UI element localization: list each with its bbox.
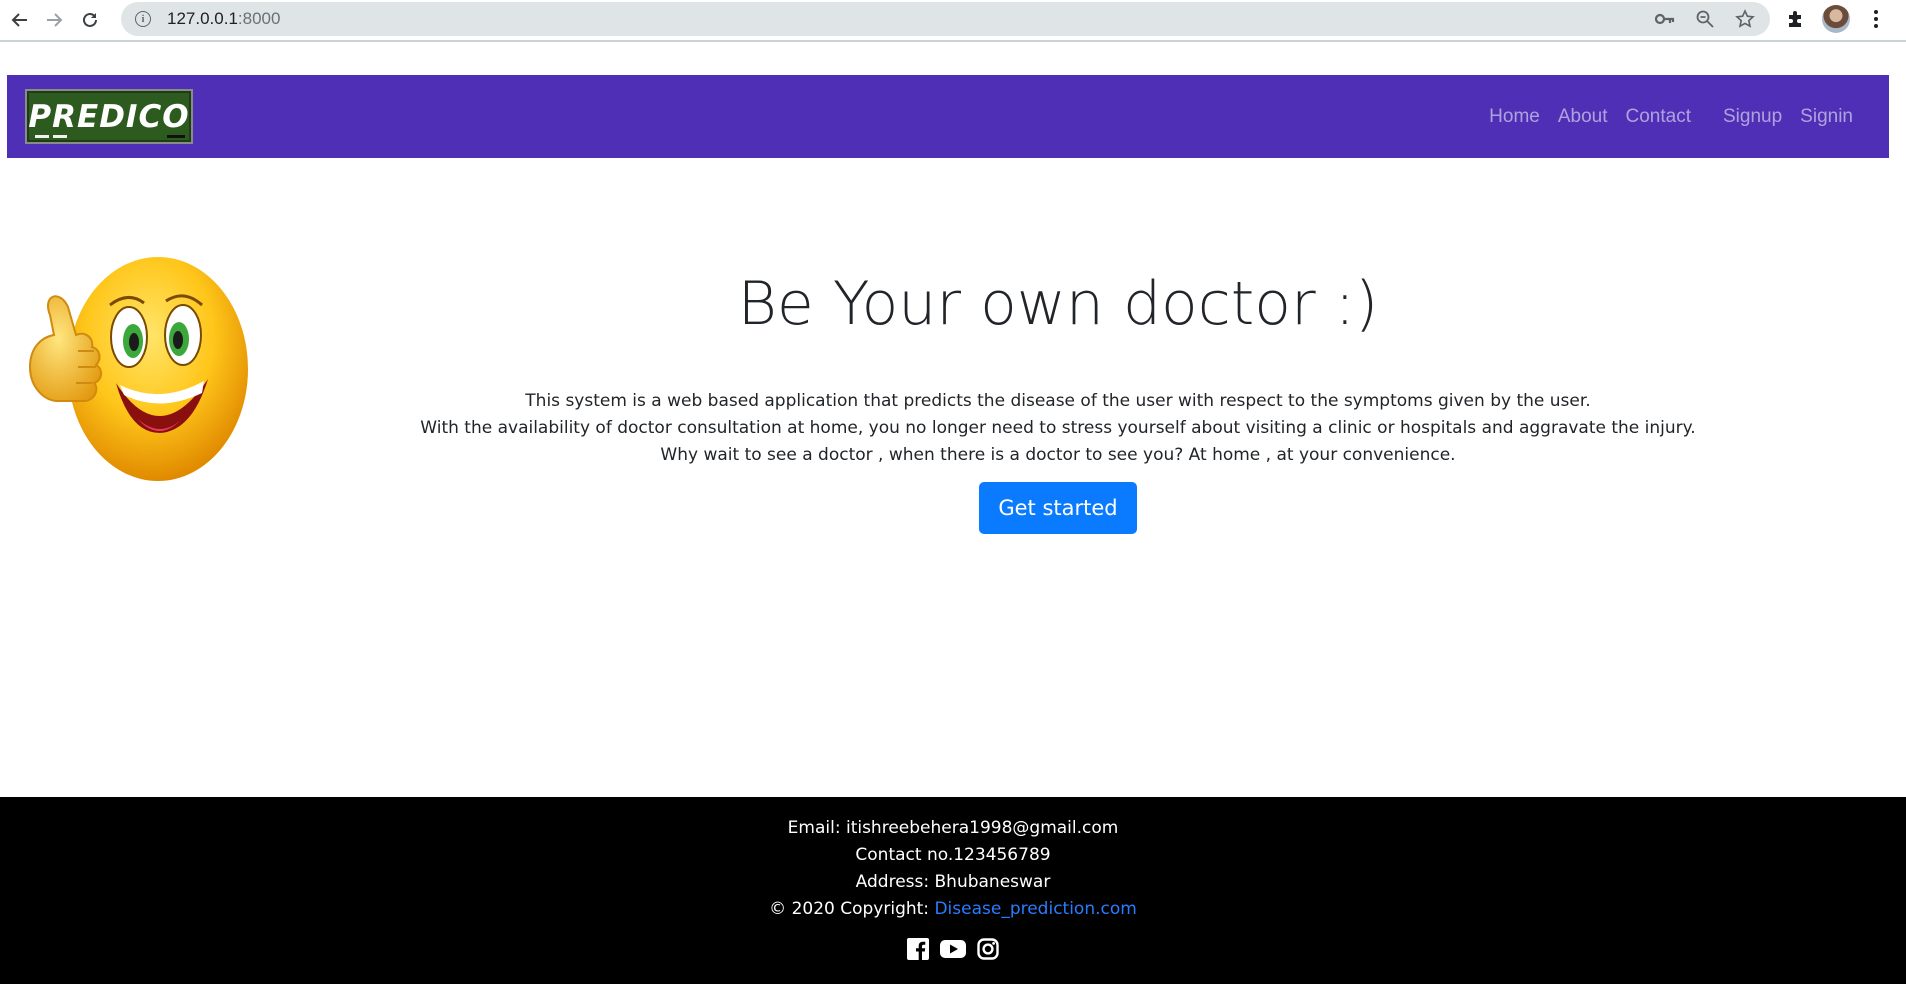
- thumbs-up-emoji-image: [28, 257, 248, 481]
- site-footer: Email: itishreebehera1998@gmail.com Cont…: [0, 797, 1906, 984]
- logo-chalk-mark: [35, 135, 49, 138]
- browser-toolbar: i 127.0.0.1:8000: [0, 0, 1906, 42]
- profile-avatar[interactable]: [1822, 5, 1850, 33]
- nav-signin-link[interactable]: Signin: [1791, 106, 1862, 128]
- logo-eraser-mark: [167, 135, 185, 138]
- footer-address: Address: Bhubaneswar: [855, 872, 1051, 892]
- site-navbar: PREDICO Home About Contact Signup Signin: [7, 75, 1889, 158]
- footer-email: Email: itishreebehera1998@gmail.com: [787, 818, 1119, 838]
- instagram-icon[interactable]: [976, 937, 1000, 961]
- youtube-icon[interactable]: [939, 937, 967, 961]
- puzzle-icon[interactable]: [1782, 5, 1810, 33]
- hero-description: This system is a web based application t…: [420, 388, 1696, 469]
- hero-title: Be Your own doctor :): [737, 269, 1379, 339]
- hero-section: Be Your own doctor :) This system is a w…: [420, 255, 1696, 534]
- footer-contact: Contact no.123456789: [855, 845, 1051, 865]
- menu-dots-icon[interactable]: [1862, 5, 1890, 33]
- nav-home-link[interactable]: Home: [1480, 106, 1549, 128]
- logo-text: PREDICO: [28, 98, 190, 135]
- star-icon[interactable]: [1732, 6, 1758, 32]
- info-icon[interactable]: i: [135, 11, 151, 27]
- facebook-icon[interactable]: [906, 937, 930, 961]
- hero-line: With the availability of doctor consulta…: [420, 418, 1696, 438]
- nav-links: Home About Contact Signup Signin: [1480, 106, 1862, 128]
- nav-signup-link[interactable]: Signup: [1714, 106, 1791, 128]
- hero-line: This system is a web based application t…: [525, 391, 1591, 411]
- zoom-icon[interactable]: [1692, 6, 1718, 32]
- url-text[interactable]: 127.0.0.1:8000: [167, 9, 280, 29]
- reload-icon[interactable]: [70, 2, 110, 38]
- hero-line: Why wait to see a doctor , when there is…: [660, 445, 1456, 465]
- footer-copyright: © 2020 Copyright: Disease_prediction.com: [0, 896, 1906, 923]
- nav-about-link[interactable]: About: [1549, 106, 1617, 128]
- address-bar[interactable]: i 127.0.0.1:8000: [121, 2, 1770, 36]
- get-started-button[interactable]: Get started: [979, 482, 1137, 534]
- site-link[interactable]: Disease_prediction.com: [934, 899, 1136, 919]
- copyright-text: © 2020 Copyright:: [769, 899, 935, 919]
- nav-contact-link[interactable]: Contact: [1617, 106, 1700, 128]
- social-links: [0, 937, 1906, 961]
- logo-chalk-mark: [53, 135, 67, 138]
- key-icon[interactable]: [1652, 6, 1678, 32]
- predico-logo[interactable]: PREDICO: [25, 89, 193, 144]
- forward-arrow-icon[interactable]: [34, 2, 74, 38]
